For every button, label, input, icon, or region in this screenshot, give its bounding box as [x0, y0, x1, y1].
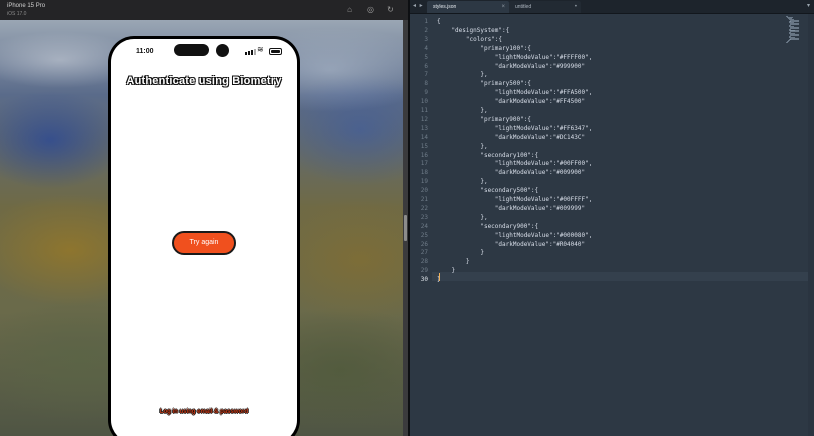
- status-bar-icons: ≋: [245, 45, 283, 55]
- line-number: 9: [424, 89, 428, 97]
- code-line: }: [437, 258, 470, 266]
- code-line: },: [437, 71, 488, 79]
- code-line: "secondary500":{: [437, 187, 539, 195]
- code-line: "darkModeValue":"#009900": [437, 169, 586, 177]
- page-title: Authenticate using Biometry: [126, 75, 282, 87]
- code-line: "darkModeValue":"#FF4500": [437, 98, 586, 106]
- line-number: 7: [424, 71, 428, 79]
- battery-icon: [269, 48, 282, 55]
- code-line: "lightModeValue":"#000080",: [437, 231, 593, 239]
- signal-bar-icon: [245, 52, 247, 55]
- line-number: 4: [424, 44, 428, 52]
- tab-untitled[interactable]: untitled •: [509, 1, 581, 13]
- email-password-login-link[interactable]: Log in using email & password: [111, 409, 297, 415]
- code-line: "lightModeValue":"#FF6347",: [437, 124, 593, 132]
- line-number: 16: [420, 151, 428, 159]
- scrollbar[interactable]: [808, 14, 814, 436]
- line-number: 24: [420, 222, 428, 230]
- code-line: "darkModeValue":"#999900": [437, 62, 586, 70]
- dynamic-island: [174, 44, 209, 56]
- code-area[interactable]: { "designSystem":{ "colors":{ "primary10…: [437, 14, 777, 436]
- line-number: 10: [420, 98, 428, 106]
- code-line: },: [437, 107, 488, 114]
- line-number: 15: [420, 142, 428, 150]
- line-number: 18: [420, 169, 428, 177]
- line-number: 23: [420, 213, 428, 221]
- line-number: 29: [420, 267, 428, 275]
- line-number: 19: [420, 178, 428, 186]
- signal-bar-icon: [254, 49, 256, 55]
- code-line: "primary500":{: [437, 80, 531, 88]
- line-number: 28: [420, 258, 428, 266]
- code-line: "primary100":{: [437, 44, 531, 52]
- line-number: 3: [424, 35, 428, 43]
- iphone-screen: 11:00 ≋ Authenticate using Biometry Try …: [111, 39, 297, 436]
- tab-label: styles.json: [433, 4, 457, 10]
- tab-styles-json[interactable]: styles.json ×: [427, 1, 509, 13]
- text-cursor: [439, 273, 440, 281]
- code-line: "darkModeValue":"#R04040": [437, 240, 586, 248]
- tab-label: untitled: [515, 4, 532, 10]
- code-line: {: [437, 18, 441, 25]
- line-number-gutter: 1 2 3 4 5 6 7 8 9 10 11 12 13 14 15 16 17 18 19 20 21 22 23 24 2…: [410, 14, 432, 436]
- line-number: 17: [420, 160, 428, 168]
- code-line: "darkModeValue":"#009999": [437, 204, 586, 212]
- code-line: "secondary100":{: [437, 151, 539, 159]
- tab-navigation-arrows-icon[interactable]: ◂ ▸: [413, 2, 424, 9]
- simulator-os-version: iOS 17.0: [7, 11, 27, 17]
- signal-bar-icon: [251, 50, 253, 55]
- code-line: "darkModeValue":"#DC143C": [437, 133, 586, 141]
- code-line: "primary900":{: [437, 115, 531, 123]
- editor-tab-bar: ◂ ▸ styles.json × untitled • ▾: [410, 0, 814, 14]
- simulator-resize-handle[interactable]: [404, 215, 407, 241]
- code-editor: ◂ ▸ styles.json × untitled • ▾ 123456789…: [410, 0, 814, 436]
- minimap-line: [786, 42, 788, 44]
- chevron-down-icon[interactable]: ▾: [807, 2, 810, 9]
- line-number: 25: [420, 231, 428, 239]
- line-number: 26: [420, 240, 428, 248]
- line-number: 14: [420, 133, 428, 141]
- code-line: "lightModeValue":"#00FFFF",: [437, 196, 593, 203]
- line-number: 8: [424, 80, 428, 88]
- code-line: },: [437, 178, 488, 186]
- home-icon[interactable]: ⌂: [345, 5, 354, 14]
- code-line: },: [437, 142, 488, 150]
- code-line: },: [437, 213, 488, 221]
- signal-bar-icon: [248, 51, 250, 55]
- line-number: 5: [424, 53, 428, 61]
- line-number: 20: [420, 187, 428, 195]
- line-number: 2: [424, 26, 428, 34]
- line-number: 11: [420, 107, 428, 114]
- simulator-window: iPhone 15 Pro iOS 17.0 ⌂ ◎ ↻ 11:00 ≋ Aut…: [0, 0, 408, 436]
- simulator-titlebar: iPhone 15 Pro iOS 17.0 ⌂ ◎ ↻: [0, 0, 408, 21]
- wifi-icon: ≋: [257, 45, 264, 54]
- line-number: 30: [420, 276, 428, 284]
- line-number: 1: [424, 18, 428, 25]
- minimap[interactable]: [786, 16, 806, 44]
- minimap-line: [790, 38, 799, 40]
- code-line: "lightModeValue":"#00FF00",: [437, 160, 593, 168]
- code-line: "lightModeValue":"#FFA500",: [437, 89, 593, 97]
- close-icon[interactable]: ×: [501, 1, 505, 13]
- screenshot-icon[interactable]: ◎: [366, 5, 375, 14]
- code-line: "designSystem":{: [437, 26, 510, 34]
- rotate-icon[interactable]: ↻: [386, 5, 395, 14]
- simulator-device-name: iPhone 15 Pro: [7, 3, 46, 9]
- line-number: 21: [420, 196, 428, 203]
- iphone-frame: 11:00 ≋ Authenticate using Biometry Try …: [108, 36, 300, 436]
- line-number: 13: [420, 124, 428, 132]
- try-again-button[interactable]: Try again: [172, 231, 236, 255]
- close-icon[interactable]: •: [575, 1, 577, 13]
- status-bar-time: 11:00: [136, 48, 154, 55]
- line-number: 6: [424, 62, 428, 70]
- code-line: }: [437, 249, 484, 257]
- camera-indicator-icon: [216, 44, 229, 57]
- line-number: 12: [420, 115, 428, 123]
- code-line: "colors":{: [437, 35, 503, 43]
- code-line: "secondary900":{: [437, 222, 539, 230]
- code-line: "lightModeValue":"#FFFF00",: [437, 53, 593, 61]
- line-number: 22: [420, 204, 428, 212]
- line-number: 27: [420, 249, 428, 257]
